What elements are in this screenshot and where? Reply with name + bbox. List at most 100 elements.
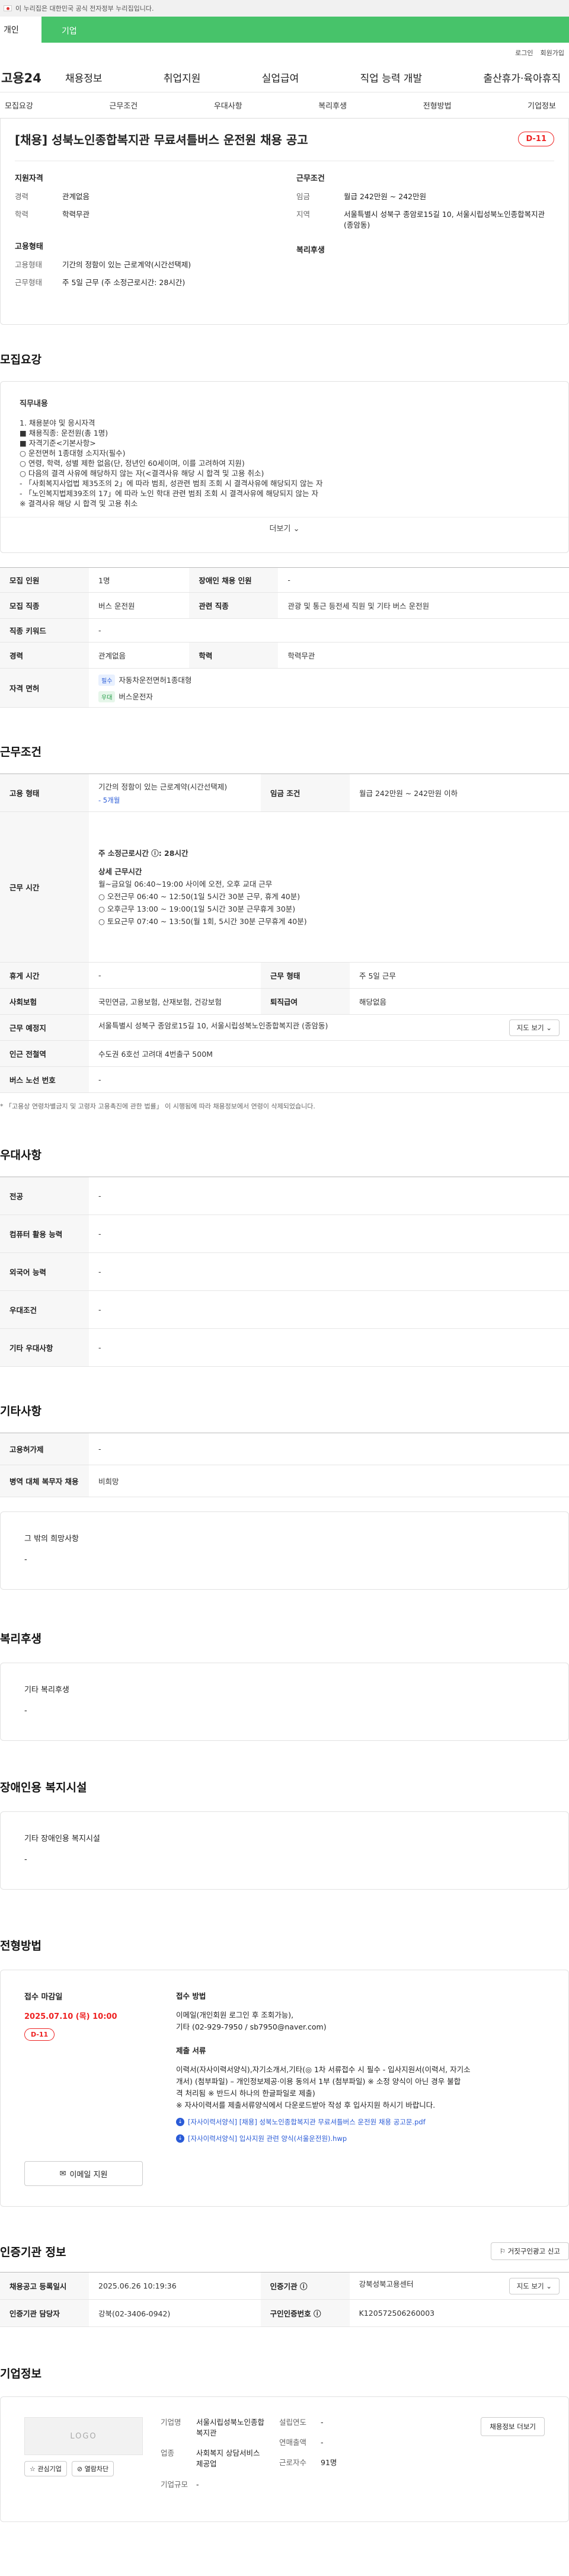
- company-logo: LOGO: [24, 2417, 143, 2455]
- attachment-link-2[interactable]: ↓ [자사이력서양식] 입사지원 관련 양식(서울운전원).hwp: [176, 2133, 545, 2144]
- worktype-value: 주 5일 근무 (주 소정근로시간: 28시간): [62, 278, 186, 287]
- table-row: 버스 노선 번호 -: [0, 1066, 569, 1093]
- anchor-selection[interactable]: 전형방법: [418, 100, 456, 111]
- selection-card: 접수 마감일 2025.07.10 (목) 10:00 D-11 ✉ 이메일 지원…: [0, 1970, 569, 2207]
- menu-unemployment-benefit[interactable]: 실업급여: [262, 70, 299, 85]
- job-title: [채용] 성북노인종합복지관 무료셔틀버스 운전원 채용 공고: [15, 133, 308, 147]
- cell-value: 기간의 정함이 있는 근로계약(시간선택제) - 5개월: [89, 774, 261, 812]
- menu-parental-leave[interactable]: 출산휴가·육아휴직: [483, 70, 561, 85]
- site-logo[interactable]: 고용24: [0, 69, 65, 87]
- table-row: 기타 우대사항 -: [0, 1328, 569, 1367]
- table-row: 직종 키워드 -: [0, 618, 569, 643]
- work-table: 고용 형태 기간의 정함이 있는 근로계약(시간선택제) - 5개월 임금 조건 월급 …: [0, 774, 569, 1093]
- cell-value: 수도권 6호선 고려대 4번출구 500M: [89, 1040, 569, 1067]
- login-link[interactable]: 로그인: [515, 48, 533, 57]
- block-icon: ⊘: [76, 2465, 83, 2473]
- apply-email-button[interactable]: ✉ 이메일 지원: [24, 2161, 143, 2186]
- report-fake-ad-button[interactable]: ⚐ 거짓구인광고 신고: [490, 2242, 569, 2260]
- cell-label: 인증기관 담당자: [0, 2299, 89, 2327]
- company-name-value: 서울시립성북노인종합복지관: [196, 2418, 265, 2438]
- cell-value: -: [89, 1177, 569, 1215]
- hours-line: 상세 근무시간: [98, 867, 142, 876]
- qual-heading: 지원자격: [15, 174, 43, 183]
- menu-vocational-training[interactable]: 직업 능력 개발: [360, 70, 423, 85]
- anchor-pref[interactable]: 우대사항: [209, 100, 247, 111]
- cell-value: 월급 242만원 ~ 242만원 이하: [350, 774, 569, 812]
- welfare-value: -: [24, 1706, 27, 1715]
- cell-label: 학력: [189, 642, 279, 669]
- emptype-value: 기간의 정함이 있는 근로계약(시간선택제): [98, 782, 228, 791]
- cell-value: 관계없음: [89, 642, 190, 669]
- industry-label: 업종: [161, 2449, 175, 2458]
- duty-line: ○ 운전면허 1종대형 소지자(필수): [20, 449, 126, 458]
- table-row: 휴게 시간 - 근무 형태 주 5일 근무: [0, 962, 569, 989]
- cell-value: -: [89, 618, 569, 643]
- anchor-company[interactable]: 기업정보: [523, 100, 561, 111]
- duty-line: ※ 결격사유 해당 시 합격 및 고용 취소: [20, 499, 138, 508]
- tab-company[interactable]: 기업: [62, 25, 77, 37]
- table-row: 근무 시간 주 소정근로시간 ⓘ: 28시간 상세 근무시간 월~금요일 06:…: [0, 811, 569, 963]
- region-value: 서울특별시 성북구 종암로15길 10, 서울시립성북노인종합복지관 (종암동): [344, 210, 545, 230]
- attachment-link-1[interactable]: ↓ [자사이력서양식] [채용] 성북노인종합복지관 무료셔틀버스 운전원 채용 …: [176, 2116, 545, 2128]
- etc-table: 고용허가제 - 병역 대체 복무자 채용 비희망: [0, 1433, 569, 1497]
- tab-personal[interactable]: 개인: [0, 17, 41, 43]
- welfare-heading: 기타 복리후생: [24, 1686, 69, 1695]
- table-row: 컴퓨터 활용 능력 -: [0, 1215, 569, 1253]
- cell-value: -: [89, 1252, 569, 1291]
- cell-label: 장애인 채용 인원: [189, 567, 279, 593]
- cell-value: 주 5일 근무: [350, 962, 569, 989]
- anchor-welfare[interactable]: 복리후생: [314, 100, 351, 111]
- agency-cell: 강북성북고용센터 지도 보기 ⌄: [349, 2272, 569, 2300]
- report-icon: ⚐: [499, 2247, 506, 2255]
- download-icon: ↓: [176, 2134, 184, 2143]
- founded-label: 설립연도: [279, 2418, 307, 2427]
- cell-label: 퇴직급여: [261, 988, 350, 1015]
- cell-value: 2025.06.26 10:19:36: [89, 2272, 261, 2300]
- menu-employment-support[interactable]: 취업지원: [164, 70, 201, 85]
- cell-value: 학력무관: [278, 642, 569, 669]
- table-row: 우대조건 -: [0, 1290, 569, 1329]
- emptype-value: 기간의 정함이 있는 근로계약(시간선택제): [62, 260, 191, 270]
- table-row: 인근 전철역 수도권 6호선 고려대 4번출구 500M: [0, 1040, 569, 1067]
- main-nav: 고용24 채용정보 취업지원 실업급여 직업 능력 개발 출산휴가·육아휴직: [0, 63, 569, 92]
- more-button[interactable]: 더보기 ⌄: [1, 517, 568, 541]
- block-view-button[interactable]: ⊘ 열람차단: [71, 2461, 114, 2476]
- map-button[interactable]: 지도 보기 ⌄: [509, 1019, 560, 1036]
- cell-label: 임금 조건: [261, 774, 350, 812]
- hope-value: -: [24, 1555, 27, 1564]
- place-value: 서울특별시 성북구 종암로15길 10, 서울시립성북노인종합복지관 (종암동): [98, 1021, 328, 1030]
- agency-value: 강북성북고용센터: [359, 2279, 414, 2289]
- cell-value: -: [89, 1215, 569, 1253]
- util-nav: 로그인 회원가입: [0, 43, 569, 63]
- menu-jobs[interactable]: 채용정보: [65, 70, 103, 85]
- disabled-heading: 기타 장애인용 복지시설: [24, 1834, 100, 1843]
- map-button[interactable]: 지도 보기 ⌄: [509, 2277, 560, 2294]
- more-jobs-button[interactable]: 채용정보 더보기: [481, 2417, 545, 2436]
- welfare-card: 기타 복리후생 -: [0, 1663, 569, 1741]
- favorite-company-button[interactable]: ☆ 관심기업: [24, 2461, 67, 2476]
- table-row: 고용허가제 -: [0, 1433, 569, 1465]
- cell-value: -: [89, 1290, 569, 1329]
- report-label: 거짓구인광고 신고: [507, 2247, 560, 2255]
- cell-label: 휴게 시간: [0, 962, 89, 989]
- emptype-label: 고용형태: [15, 260, 43, 270]
- cell-label: 근무 예정지: [0, 1014, 89, 1041]
- star-icon: ☆: [30, 2465, 36, 2473]
- table-row: 자격 면허 필수 자동차운전면허1종대형 우대 버스운전자: [0, 668, 569, 708]
- sales-label: 연매출액: [279, 2438, 307, 2447]
- more-label: 더보기: [269, 525, 291, 533]
- user-type-tabs: 개인 기업: [0, 17, 569, 43]
- download-icon: ↓: [176, 2118, 184, 2126]
- cell-value: 비희망: [89, 1465, 569, 1497]
- table-row: 고용 형태 기간의 정함이 있는 근로계약(시간선택제) - 5개월 임금 조건 월급 …: [0, 774, 569, 812]
- block-label: 열람차단: [84, 2465, 109, 2473]
- signup-link[interactable]: 회원가입: [541, 48, 564, 57]
- chevron-down-icon: ⌄: [546, 2281, 552, 2290]
- cell-label: 근무 형태: [261, 962, 350, 989]
- anchor-work[interactable]: 근무조건: [104, 100, 142, 111]
- anchor-recruit[interactable]: 모집요강: [0, 100, 38, 111]
- table-row: 사회보험 국민연금, 고용보험, 산재보험, 건강보험 퇴직급여 해당없음: [0, 988, 569, 1015]
- industry-value: 사회복지 상담서비스 제공업: [196, 2449, 260, 2469]
- cell-value: -: [89, 1066, 569, 1093]
- cell-label: 사회보험: [0, 988, 89, 1015]
